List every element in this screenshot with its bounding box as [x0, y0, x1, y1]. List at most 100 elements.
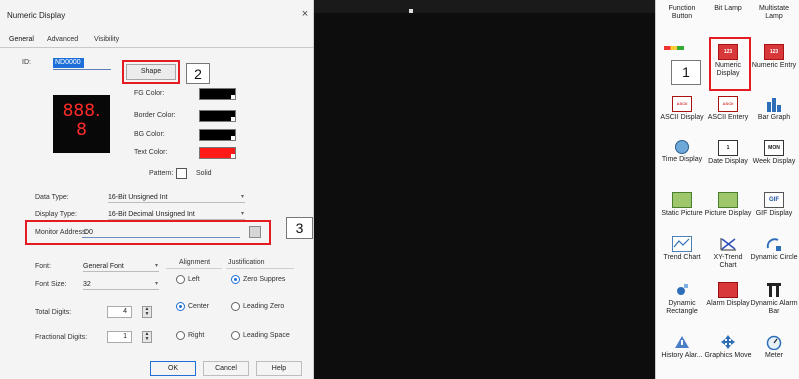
fractional-digits-input[interactable]: 1	[107, 331, 132, 343]
palette-date-display[interactable]: 1 Date Display	[704, 140, 752, 166]
tab-general[interactable]: General	[9, 36, 34, 43]
alignment-left-radio[interactable]	[176, 275, 185, 284]
chevron-down-icon: ▾	[240, 211, 244, 217]
close-icon[interactable]: ×	[299, 8, 311, 20]
monitor-address-input[interactable]: D0	[82, 227, 240, 238]
palette-bit-lamp[interactable]: Bit Lamp	[704, 3, 752, 13]
pattern-value: Solid	[196, 170, 212, 177]
data-type-value: 16-Bit Unsigned Int	[108, 194, 168, 201]
week-display-icon: MON	[764, 140, 784, 156]
tab-advanced[interactable]: Advanced	[47, 36, 78, 43]
palette-history-alarm[interactable]: History Alar...	[658, 334, 706, 360]
palette-dynamic-circle[interactable]: Dynamic Circle	[750, 236, 798, 262]
alignment-center-radio[interactable]	[176, 302, 185, 311]
data-type-select[interactable]: 16-Bit Unsigned Int ▾	[108, 192, 245, 203]
justification-leading-space-label: Leading Space	[243, 332, 290, 339]
pattern-label: Pattern:	[149, 170, 174, 177]
palette-bar-graph[interactable]: Bar Graph	[750, 96, 798, 122]
callout-2: 2	[186, 63, 210, 84]
palette-ascii-display[interactable]: ASCII ASCII Display	[658, 96, 706, 122]
numeric-entry-icon: 123	[764, 44, 784, 60]
palette-xy-trend-chart[interactable]: XY-Trend Chart	[704, 236, 752, 270]
alignment-divider	[166, 268, 222, 269]
monitor-address-label: Monitor Address:	[35, 229, 88, 236]
justification-label: Justification	[228, 259, 265, 266]
total-digits-input[interactable]: 4	[107, 306, 132, 318]
id-field[interactable]: ND0000	[53, 58, 84, 68]
justification-zero-suppress-radio[interactable]	[231, 275, 240, 284]
display-type-label: Display Type:	[35, 211, 77, 218]
total-digits-spinner[interactable]: ▲ ▼	[142, 306, 152, 318]
meter-icon	[764, 334, 784, 351]
time-display-icon	[675, 140, 689, 154]
palette-label: Bit Lamp	[714, 5, 742, 12]
palette-label: Dynamic Alarm Bar	[750, 300, 798, 315]
text-color-label: Text Color:	[134, 149, 168, 156]
chevron-down-icon: ▾	[240, 194, 244, 200]
alignment-right-radio[interactable]	[176, 331, 185, 340]
design-canvas[interactable]	[314, 0, 655, 379]
graphics-move-icon	[718, 334, 738, 350]
gif-display-icon: GIF	[764, 192, 784, 208]
font-label: Font:	[35, 263, 51, 270]
tab-visibility[interactable]: Visibility	[94, 36, 119, 43]
palette-picture-display[interactable]: Picture Display	[704, 192, 752, 218]
alarm-display-icon	[718, 282, 738, 298]
cancel-button[interactable]: Cancel	[203, 361, 249, 376]
text-color-swatch[interactable]	[199, 147, 236, 159]
font-size-label: Font Size:	[35, 281, 67, 288]
palette-time-display[interactable]: Time Display	[658, 140, 706, 164]
palette-meter[interactable]: Meter	[750, 334, 798, 360]
dynamic-circle-icon	[764, 236, 784, 252]
callout-1: 1	[671, 60, 701, 85]
palette-label: ASCII Entery	[707, 114, 749, 121]
data-type-label: Data Type:	[35, 194, 69, 201]
address-browse-icon[interactable]	[249, 226, 261, 238]
palette-gif-display[interactable]: GIF GIF Display	[750, 192, 798, 218]
history-alarm-icon	[672, 334, 692, 350]
palette-dynamic-rectangle[interactable]: Dynamic Rectangle	[658, 282, 706, 316]
preview-digits: 888. 8	[62, 101, 101, 140]
palette-label: Dynamic Rectangle	[666, 300, 698, 315]
pattern-swatch[interactable]	[176, 168, 187, 179]
tab-bar: General Advanced Visibility	[0, 34, 314, 48]
palette-multistate-lamp[interactable]: Multistate Lamp	[750, 3, 798, 21]
alignment-center-label: Center	[188, 303, 210, 310]
swatch-dropdown-icon	[231, 117, 235, 121]
palette-static-picture[interactable]: Static Picture	[658, 192, 706, 218]
justification-leading-zero-radio[interactable]	[231, 302, 240, 311]
palette-label: Date Display	[708, 158, 748, 165]
palette-ascii-entry[interactable]: ASCII ASCII Entery	[704, 96, 752, 122]
ascii-entry-icon: ASCII	[718, 96, 738, 112]
fg-color-swatch[interactable]	[199, 88, 236, 100]
object-palette: Function Button Bit Lamp Multistate Lamp…	[655, 0, 799, 379]
palette-week-display[interactable]: MON Week Display	[750, 140, 798, 166]
palette-label: Week Display	[752, 158, 796, 165]
fractional-digits-spinner[interactable]: ▲ ▼	[142, 331, 152, 343]
justification-leading-space-radio[interactable]	[231, 331, 240, 340]
total-digits-label: Total Digits:	[35, 309, 72, 316]
palette-function-button[interactable]: Function Button	[658, 3, 706, 21]
font-select[interactable]: General Font ▾	[83, 261, 159, 272]
ok-button[interactable]: OK	[150, 361, 196, 376]
justification-divider	[226, 268, 294, 269]
font-size-select[interactable]: 32 ▾	[83, 279, 159, 290]
dialog-title: Numeric Display	[7, 11, 66, 20]
display-type-select[interactable]: 16-Bit Decimal Unsigned Int ▾	[108, 209, 245, 220]
font-value: General Font	[83, 263, 124, 270]
palette-label: History Alar...	[661, 352, 703, 359]
numeric-display-dialog: Numeric Display × General Advanced Visib…	[0, 0, 314, 379]
alignment-left-label: Left	[188, 276, 200, 283]
palette-dynamic-alarm-bar[interactable]: Dynamic Alarm Bar	[750, 282, 798, 316]
bg-color-swatch[interactable]	[199, 129, 236, 141]
palette-label: Alarm Display	[706, 300, 750, 307]
palette-numeric-entry[interactable]: 123 Numeric Entry	[750, 44, 798, 70]
palette-alarm-display[interactable]: Alarm Display	[704, 282, 752, 308]
palette-trend-chart[interactable]: Trend Chart	[658, 236, 706, 262]
palette-graphics-move[interactable]: Graphics Move	[704, 334, 752, 360]
justification-zero-suppress-label: Zero Suppres	[243, 276, 286, 283]
help-button[interactable]: Help	[256, 361, 302, 376]
border-color-swatch[interactable]	[199, 110, 236, 122]
palette-label: Numeric Entry	[751, 62, 797, 69]
canvas-handle[interactable]	[409, 9, 413, 13]
